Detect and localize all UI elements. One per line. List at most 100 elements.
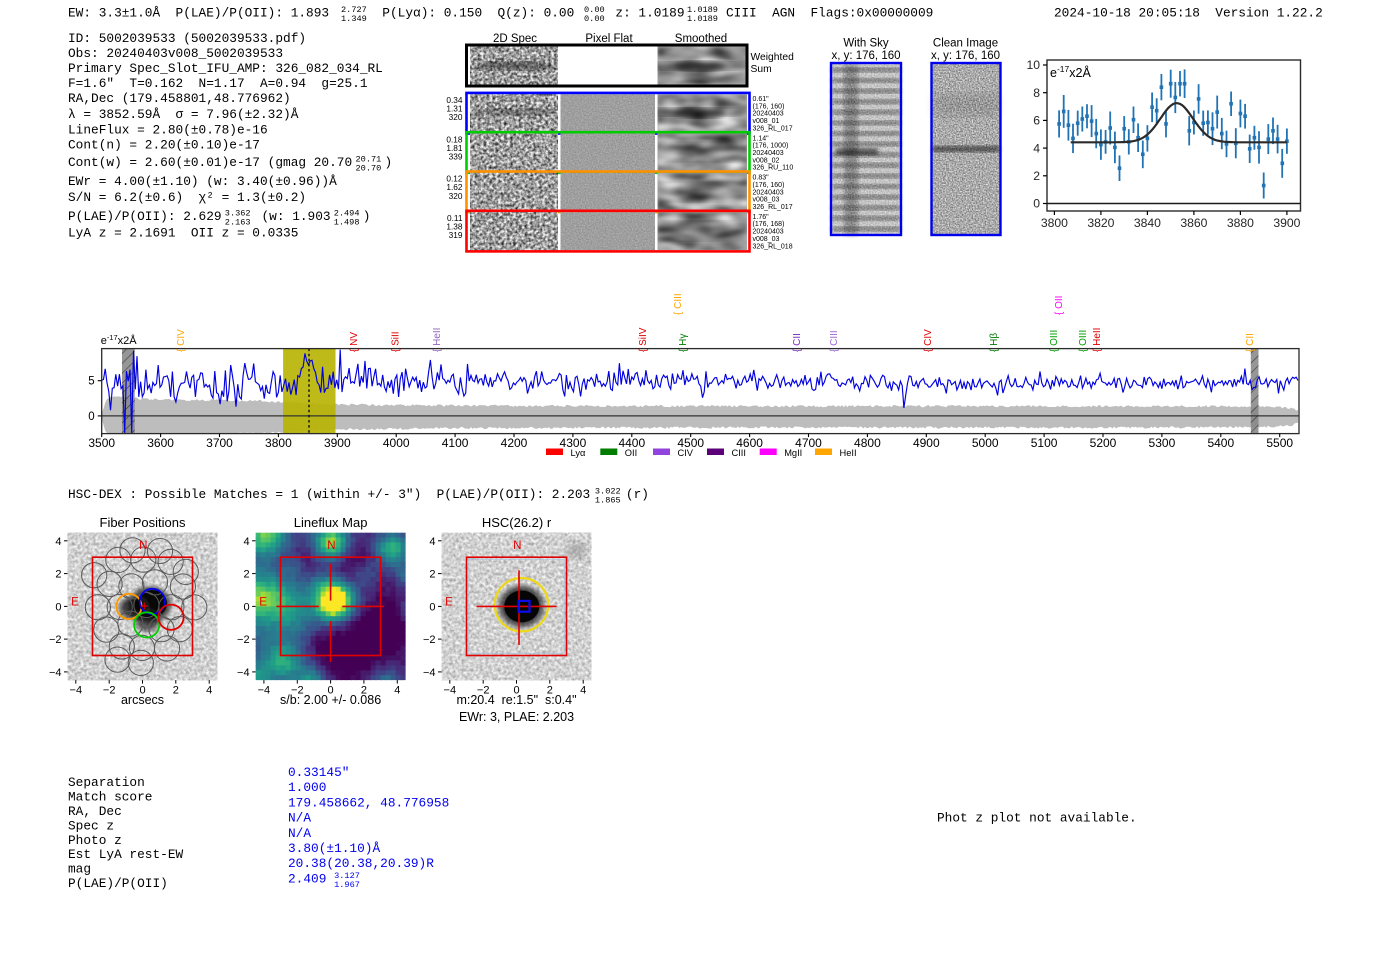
svg-text:OII: OII: [625, 448, 637, 458]
svg-text:ID: 5002039533 (5002039533.pdf: ID: 5002039533 (5002039533.pdf): [68, 31, 306, 46]
svg-text:(r): (r): [626, 487, 649, 502]
svg-text:Primary Spec_Slot_IFU_AMP: 326: Primary Spec_Slot_IFU_AMP: 326_082_034_R…: [68, 61, 383, 76]
svg-text:F=1.6" T=0.162 N=1.17 A=0.9: F=1.6" T=0.162 N=1.17 A=0.94 g=25.1: [68, 76, 368, 91]
svg-text:{ CIV: { CIV: [176, 329, 187, 352]
svg-text:1.349: 1.349: [341, 14, 367, 24]
svg-text:3800: 3800: [265, 436, 292, 450]
svg-text:With Sky: With Sky: [843, 38, 889, 50]
svg-text:−4: −4: [49, 667, 62, 679]
svg-text:Clean Image: Clean Image: [933, 38, 998, 50]
svg-text:HSC(26.2) r: HSC(26.2) r: [482, 515, 552, 530]
svg-text:N: N: [513, 540, 521, 552]
svg-text:3900: 3900: [1273, 216, 1300, 230]
svg-text:3900: 3900: [324, 436, 351, 450]
svg-text:2D Spec: 2D Spec: [493, 33, 537, 45]
svg-text:x, y: 176, 160: x, y: 176, 160: [931, 50, 1000, 62]
svg-text:Cont(n) = 2.20(±0.10)e-17: Cont(n) = 2.20(±0.10)e-17: [68, 138, 260, 153]
svg-text:Phot z plot not available.: Phot z plot not available.: [937, 811, 1137, 826]
svg-text:2: 2: [243, 569, 249, 581]
svg-text:RA,Dec (179.458801,48.776962): RA,Dec (179.458801,48.776962): [68, 91, 291, 106]
svg-text:): ): [363, 209, 371, 224]
svg-text:3600: 3600: [147, 436, 174, 450]
svg-text:{ CIV: { CIV: [923, 329, 934, 352]
svg-text:5500: 5500: [1266, 436, 1293, 450]
svg-text:20.70: 20.70: [356, 163, 382, 173]
svg-text:z: 1.0189: z: 1.0189: [615, 6, 684, 21]
svg-text:(176, 168): (176, 168): [753, 221, 785, 228]
svg-text:LineFlux = 2.80(±0.78)e-16: LineFlux = 2.80(±0.78)e-16: [68, 123, 268, 138]
svg-text:Lyα: Lyα: [571, 448, 586, 458]
svg-text:HSC-DEX : Possible Matches = 1: HSC-DEX : Possible Matches = 1 (within +…: [68, 487, 590, 502]
svg-text:CIII: CIII: [732, 448, 746, 458]
svg-text:{ SiIV: { SiIV: [638, 327, 649, 352]
svg-text:{ OIII: { OIII: [1078, 330, 1089, 352]
svg-text:4900: 4900: [913, 436, 940, 450]
svg-text:0: 0: [55, 601, 61, 613]
svg-text:Photo z: Photo z: [68, 833, 122, 848]
svg-text:−4: −4: [70, 684, 83, 696]
svg-text:5200: 5200: [1090, 436, 1117, 450]
svg-text:3700: 3700: [206, 436, 233, 450]
svg-text:{ Hγ: { Hγ: [678, 334, 689, 352]
svg-text:MgII: MgII: [784, 448, 802, 458]
svg-text:N: N: [327, 540, 335, 552]
svg-text:Smoothed: Smoothed: [675, 33, 727, 45]
svg-text:HeII: HeII: [840, 448, 857, 458]
svg-text:0.83": 0.83": [753, 175, 770, 182]
svg-text:{ HeII: { HeII: [1092, 328, 1103, 352]
svg-text:4200: 4200: [501, 436, 528, 450]
svg-text:Fiber Positions: Fiber Positions: [100, 515, 186, 530]
svg-text:4: 4: [206, 684, 212, 696]
svg-text:Pixel Flat: Pixel Flat: [585, 33, 633, 45]
svg-text:{ NV: { NV: [349, 332, 360, 352]
svg-text:4100: 4100: [442, 436, 469, 450]
svg-text:Lineflux Map: Lineflux Map: [294, 515, 368, 530]
svg-text:0: 0: [1033, 197, 1040, 211]
svg-text:3500: 3500: [88, 436, 115, 450]
svg-text:3840: 3840: [1134, 216, 1161, 230]
svg-text:0: 0: [88, 411, 94, 423]
svg-text:3860: 3860: [1180, 216, 1207, 230]
svg-text:(176, 1000): (176, 1000): [753, 143, 789, 150]
svg-text:s/b: 2.00 +/- 0.086: s/b: 2.00 +/- 0.086: [280, 693, 381, 707]
svg-text:20240403: 20240403: [753, 229, 784, 236]
svg-text:Spec z: Spec z: [68, 818, 114, 833]
svg-text:319: 319: [449, 230, 463, 240]
svg-text:1.865: 1.865: [595, 495, 621, 505]
svg-text:(w: 1.903: (w: 1.903: [254, 209, 331, 224]
svg-text:4: 4: [55, 536, 61, 548]
svg-text:4: 4: [580, 684, 586, 696]
svg-text:320: 320: [449, 191, 463, 201]
svg-text:4000: 4000: [383, 436, 410, 450]
svg-text:20240403: 20240403: [753, 150, 784, 157]
svg-text:Weighted: Weighted: [751, 52, 795, 63]
svg-text:326_RL_017: 326_RL_017: [753, 204, 793, 211]
svg-text:λ = 3852.59Å σ = 7.96(±2.32)Å: λ = 3852.59Å σ = 7.96(±2.32)Å: [68, 107, 299, 122]
svg-text:e-17x2Å: e-17x2Å: [101, 333, 138, 347]
svg-text:N/A: N/A: [288, 811, 311, 826]
svg-text:4: 4: [394, 684, 400, 696]
svg-text:EWr = 4.00(±1.10) (w: 3.40(±0.: EWr = 4.00(±1.10) (w: 3.40(±0.96))Å: [68, 174, 337, 189]
svg-text:CIII AGN Flags:0x00000009: CIII AGN Flags:0x00000009: [726, 6, 933, 21]
svg-text:20240403: 20240403: [753, 189, 784, 196]
svg-text:{ SiII: { SiII: [391, 331, 402, 352]
svg-text:2.409: 2.409: [288, 871, 326, 886]
svg-text:6: 6: [1033, 114, 1040, 128]
svg-text:{ OII: { OII: [1054, 296, 1065, 315]
svg-text:LyA z = 2.1691 OII z = 0.0335: LyA z = 2.1691 OII z = 0.0335: [68, 226, 298, 241]
svg-text:0.33145": 0.33145": [288, 765, 349, 780]
svg-text:0: 0: [243, 601, 249, 613]
svg-text:−4: −4: [444, 684, 457, 696]
svg-text:N/A: N/A: [288, 826, 311, 841]
svg-text:5100: 5100: [1031, 436, 1058, 450]
svg-text:1.76": 1.76": [753, 214, 770, 221]
svg-text:{ Hβ: { Hβ: [989, 333, 1000, 352]
svg-text:1.0189: 1.0189: [687, 14, 718, 24]
svg-text:arcsecs: arcsecs: [121, 693, 164, 707]
svg-text:0.00: 0.00: [584, 14, 605, 24]
svg-text:Match score: Match score: [68, 790, 152, 805]
svg-text:CIV: CIV: [678, 448, 694, 458]
svg-text:Obs: 20240403v008_5002039533: Obs: 20240403v008_5002039533: [68, 46, 283, 61]
svg-text:(176, 160): (176, 160): [753, 182, 785, 189]
svg-text:−2: −2: [49, 634, 62, 646]
